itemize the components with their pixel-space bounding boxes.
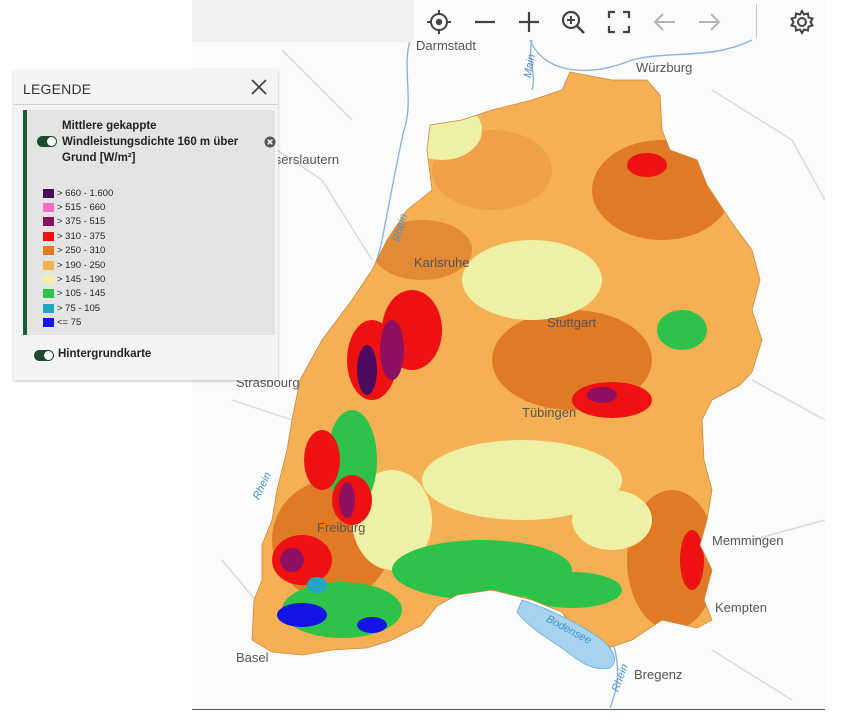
legend-swatch	[43, 289, 54, 299]
zoom-magnifier-icon	[561, 10, 585, 34]
legend-close-button[interactable]	[248, 76, 270, 98]
legend-swatch	[43, 231, 54, 241]
forward-button[interactable]	[691, 4, 727, 40]
legend-swatch	[43, 246, 54, 256]
fullscreen-icon	[607, 10, 631, 34]
legend-class-label: > 375 - 515	[57, 216, 106, 228]
city-label-bregenz: Bregenz	[634, 667, 683, 682]
legend-swatch	[43, 303, 54, 313]
legend-class-label: > 250 - 310	[57, 245, 106, 257]
toolbar-search-area	[192, 0, 414, 42]
fullscreen-button[interactable]	[601, 4, 637, 40]
remove-circle-icon	[264, 136, 276, 148]
city-label-freiburg: Freiburg	[317, 520, 366, 535]
legend-layer-entry: Mittlere gekappte Windleistungsdichte 16…	[23, 110, 276, 335]
zoom-in-button[interactable]	[511, 4, 547, 40]
city-label-memmingen: Memmingen	[712, 533, 784, 548]
map-bottom-border	[192, 709, 825, 710]
legend-class-list: > 660 - 1.600 > 515 - 660 > 375 - 515 > …	[43, 186, 113, 330]
legend-class-label: > 515 - 660	[57, 202, 106, 214]
legend-class-label: > 660 - 1.600	[57, 187, 114, 199]
locate-icon	[427, 10, 451, 34]
city-label-tuebingen: Tübingen	[522, 405, 577, 420]
legend-swatch	[43, 203, 54, 213]
layer-visibility-toggle[interactable]	[37, 136, 57, 147]
legend-swatch	[43, 260, 54, 270]
legend-class-label: > 310 - 375	[57, 230, 106, 242]
legend-class-label: > 105 - 145	[57, 288, 106, 300]
legend-class: > 250 - 310	[43, 244, 113, 258]
legend-panel: LEGENDE Mittlere gekappte Windleistungsd…	[14, 70, 278, 380]
legend-class: > 375 - 515	[43, 215, 113, 229]
map-view[interactable]: Darmstadt Würzburg Kaiserslautern Karlsr…	[192, 0, 825, 708]
legend-header: LEGENDE	[14, 70, 278, 105]
legend-class: > 515 - 660	[43, 200, 113, 214]
zoom-out-button[interactable]	[467, 4, 503, 40]
layer-remove-button[interactable]	[264, 135, 276, 148]
legend-class-label: > 145 - 190	[57, 274, 106, 286]
legend-class: > 310 - 375	[43, 229, 113, 243]
zoom-out-icon	[475, 20, 495, 24]
map-toolbar	[192, 0, 825, 44]
back-button[interactable]	[647, 4, 683, 40]
legend-class: > 660 - 1.600	[43, 186, 113, 200]
legend-class-label: > 190 - 250	[57, 259, 106, 271]
legend-swatch	[43, 318, 54, 328]
city-label-basel: Basel	[236, 650, 269, 665]
legend-class: > 75 - 105	[43, 301, 113, 315]
city-label-stuttgart: Stuttgart	[547, 315, 597, 330]
background-layer-label: Hintergrundkarte	[58, 348, 152, 360]
legend-swatch	[43, 217, 54, 227]
close-icon	[251, 79, 267, 95]
settings-gear-icon	[789, 9, 815, 35]
zoom-in-icon	[519, 12, 539, 32]
legend-swatch	[43, 275, 54, 285]
locate-button[interactable]	[421, 4, 457, 40]
legend-class: > 145 - 190	[43, 272, 113, 286]
legend-swatch	[43, 188, 54, 198]
legend-title: LEGENDE	[23, 81, 92, 97]
legend-class-label: <= 75	[57, 317, 82, 329]
city-label-kempten: Kempten	[715, 600, 768, 615]
layer-name: Mittlere gekappte Windleistungsdichte 16…	[62, 120, 239, 164]
legend-class: > 105 - 145	[43, 287, 113, 301]
city-label-karlsruhe: Karlsruhe	[414, 255, 470, 270]
forward-arrow-icon	[699, 13, 721, 31]
back-arrow-icon	[653, 13, 675, 31]
settings-button[interactable]	[784, 4, 820, 40]
legend-class: > 190 - 250	[43, 258, 113, 272]
zoom-to-button[interactable]	[555, 4, 591, 40]
background-layer-toggle[interactable]	[34, 350, 54, 361]
city-label-wuerzburg: Würzburg	[636, 60, 693, 75]
toolbar-separator	[756, 4, 757, 38]
legend-class-label: > 75 - 105	[57, 302, 101, 314]
legend-class: <= 75	[43, 316, 113, 330]
